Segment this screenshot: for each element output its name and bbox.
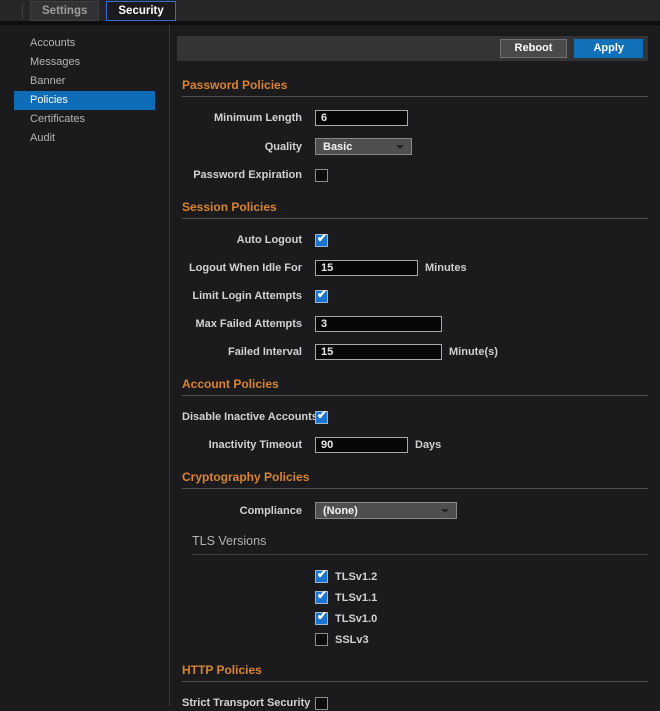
tab-bar-divider: [22, 3, 23, 19]
password-expiration-label: Password Expiration: [182, 169, 302, 181]
failed-interval-label: Failed Interval: [182, 346, 302, 358]
section-divider: [182, 96, 648, 97]
cryptography-policies-title: Cryptography Policies: [182, 470, 648, 484]
content-panel: Reboot Apply Password Policies Minimum L…: [170, 25, 660, 706]
logout-when-idle-label: Logout When Idle For: [182, 262, 302, 274]
inactivity-timeout-unit: Days: [415, 439, 441, 451]
logout-when-idle-row: Logout When Idle For Minutes: [182, 260, 648, 276]
disable-inactive-accounts-label: Disable Inactive Accounts: [182, 411, 302, 423]
sslv3-row: SSLv3: [182, 633, 648, 646]
tlsv1-0-label: TLSv1.0: [335, 613, 377, 625]
disable-inactive-accounts-row: Disable Inactive Accounts: [182, 409, 648, 425]
quality-select[interactable]: Basic: [315, 138, 412, 155]
tlsv1-2-checkbox[interactable]: [315, 570, 328, 583]
section-divider: [182, 681, 648, 682]
tlsv1-2-row: TLSv1.2: [182, 570, 648, 583]
compliance-label: Compliance: [182, 505, 302, 517]
auto-logout-row: Auto Logout: [182, 232, 648, 248]
limit-login-attempts-row: Limit Login Attempts: [182, 288, 648, 304]
minimum-length-label: Minimum Length: [182, 112, 302, 124]
main-area: Accounts Messages Banner Policies Certif…: [0, 25, 660, 706]
sidebar-item-policies[interactable]: Policies: [14, 91, 155, 110]
apply-button[interactable]: Apply: [574, 39, 643, 58]
chevron-down-icon: [441, 509, 449, 513]
tls-versions-title: TLS Versions: [192, 534, 648, 548]
failed-interval-input[interactable]: [315, 344, 442, 360]
password-expiration-checkbox[interactable]: [315, 169, 328, 182]
disable-inactive-accounts-checkbox[interactable]: [315, 411, 328, 424]
section-divider: [182, 395, 648, 396]
section-divider: [182, 488, 648, 489]
compliance-select[interactable]: (None): [315, 502, 457, 519]
failed-interval-row: Failed Interval Minute(s): [182, 344, 648, 360]
sslv3-checkbox[interactable]: [315, 633, 328, 646]
max-failed-attempts-label: Max Failed Attempts: [182, 318, 302, 330]
reboot-button[interactable]: Reboot: [500, 39, 568, 58]
max-failed-attempts-input[interactable]: [315, 316, 442, 332]
sidebar-item-accounts[interactable]: Accounts: [14, 34, 155, 53]
sidebar: Accounts Messages Banner Policies Certif…: [0, 25, 170, 706]
session-policies-title: Session Policies: [182, 200, 648, 214]
account-policies-title: Account Policies: [182, 377, 648, 391]
http-policies-title: HTTP Policies: [182, 663, 648, 677]
password-policies-title: Password Policies: [182, 78, 648, 92]
subsection-divider: [192, 554, 648, 555]
chevron-down-icon: [396, 145, 404, 149]
tlsv1-1-row: TLSv1.1: [182, 591, 648, 604]
strict-transport-security-checkbox[interactable]: [315, 697, 328, 710]
password-expiration-row: Password Expiration: [182, 167, 648, 183]
inactivity-timeout-label: Inactivity Timeout: [182, 439, 302, 451]
auto-logout-label: Auto Logout: [182, 234, 302, 246]
compliance-select-value: (None): [323, 505, 358, 517]
tlsv1-1-checkbox[interactable]: [315, 591, 328, 604]
max-failed-attempts-row: Max Failed Attempts: [182, 316, 648, 332]
auto-logout-checkbox[interactable]: [315, 234, 328, 247]
inactivity-timeout-row: Inactivity Timeout Days: [182, 437, 648, 453]
section-divider: [182, 218, 648, 219]
quality-select-value: Basic: [323, 141, 352, 153]
sidebar-item-certificates[interactable]: Certificates: [14, 110, 155, 129]
logout-when-idle-input[interactable]: [315, 260, 418, 276]
minimum-length-input[interactable]: [315, 110, 408, 126]
tab-security[interactable]: Security: [106, 1, 175, 21]
limit-login-attempts-label: Limit Login Attempts: [182, 290, 302, 302]
action-toolbar: Reboot Apply: [177, 36, 648, 61]
sidebar-item-banner[interactable]: Banner: [14, 72, 155, 91]
inactivity-timeout-input[interactable]: [315, 437, 408, 453]
sidebar-item-messages[interactable]: Messages: [14, 53, 155, 72]
logout-when-idle-unit: Minutes: [425, 262, 467, 274]
strict-transport-security-row: Strict Transport Security: [182, 695, 648, 711]
tab-settings[interactable]: Settings: [30, 1, 99, 21]
tlsv1-0-checkbox[interactable]: [315, 612, 328, 625]
limit-login-attempts-checkbox[interactable]: [315, 290, 328, 303]
tlsv1-0-row: TLSv1.0: [182, 612, 648, 625]
failed-interval-unit: Minute(s): [449, 346, 498, 358]
quality-label: Quality: [182, 141, 302, 153]
strict-transport-security-label: Strict Transport Security: [182, 697, 302, 709]
policy-sections: Password Policies Minimum Length Quality…: [177, 78, 648, 711]
tlsv1-1-label: TLSv1.1: [335, 592, 377, 604]
sslv3-label: SSLv3: [335, 634, 369, 646]
minimum-length-row: Minimum Length: [182, 110, 648, 126]
tlsv1-2-label: TLSv1.2: [335, 571, 377, 583]
compliance-row: Compliance (None): [182, 502, 648, 519]
quality-row: Quality Basic: [182, 138, 648, 155]
top-tab-bar: Settings Security: [0, 0, 660, 25]
sidebar-item-audit[interactable]: Audit: [14, 129, 155, 148]
